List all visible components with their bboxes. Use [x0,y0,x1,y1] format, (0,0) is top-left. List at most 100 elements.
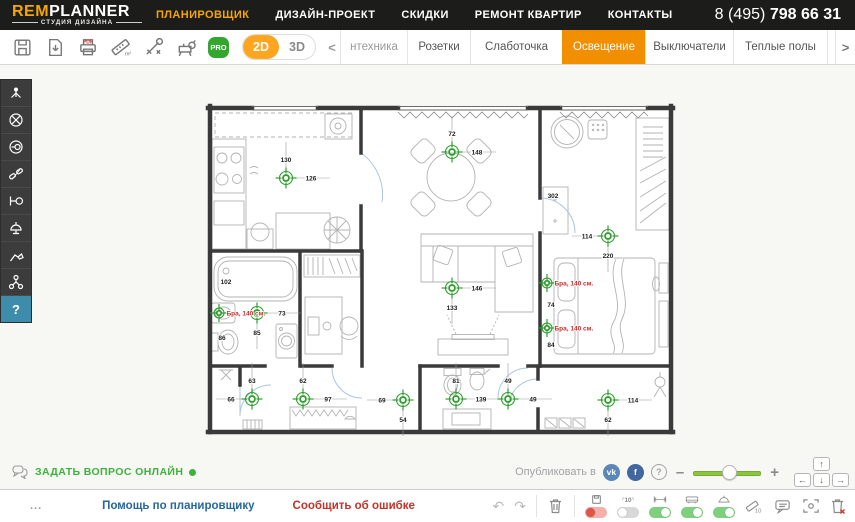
dimension-label: 84 [547,342,555,349]
svg-text:66: 66 [227,396,235,403]
more-menu[interactable]: ... [30,500,42,512]
delete-button[interactable] [547,497,564,515]
print-pdf-icon: PDF [77,36,99,58]
print-pdf-button[interactable]: PDF [76,35,100,59]
pro-badge[interactable]: PRO [208,37,229,58]
dimensions-icon [653,494,667,505]
nav-planner[interactable]: ПЛАНИРОВЩИК [156,9,249,21]
nav-design-project[interactable]: ДИЗАЙН-ПРОЕКТ [275,9,375,21]
pan-up-button[interactable]: ↑ [813,457,830,471]
nav-contacts[interactable]: КОНТАКТЫ [608,9,673,21]
tool-chandelier[interactable] [1,215,31,242]
tool-point-light[interactable] [1,80,31,107]
svg-text:139: 139 [476,396,487,403]
tool-spotlight[interactable] [1,134,31,161]
svg-text:62: 62 [604,417,612,424]
svg-text:146: 146 [472,285,483,292]
point-light-icon [7,84,25,102]
ceiling-lamp-icon [717,494,731,505]
remplanner-logo[interactable]: REMPLANNER СТУДИЯ ДИЗАЙНА [12,4,142,26]
ask-question-online[interactable]: ЗАДАТЬ ВОПРОС ОНЛАЙН [12,465,196,479]
focus-icon [802,497,820,515]
no-light-icon [7,111,25,129]
tabs-scroll-right[interactable]: > [835,30,855,64]
nav-discounts[interactable]: СКИДКИ [401,9,448,21]
top-header: REMPLANNER СТУДИЯ ДИЗАЙНА ПЛАНИРОВЩИК ДИ… [0,0,855,30]
save-button[interactable] [10,35,34,59]
zoom-slider-knob[interactable] [722,465,737,480]
pan-controls: ↑ ← ↓ → [794,457,849,487]
center-view-button[interactable] [802,497,820,515]
zoom-out-button[interactable]: – [674,464,686,481]
snap-10-icon: 10 [621,494,635,505]
nav-renovation[interactable]: РЕМОНТ КВАРТИР [475,9,582,21]
autosave-toggle[interactable] [585,494,607,518]
measure-button[interactable]: m² [109,35,133,59]
tool-wall-lamp[interactable] [1,188,31,215]
remplanner-app: { "header":{ "logo_rem":"REM","logo_plan… [0,0,855,520]
ruler-10-icon: 10 [745,497,764,515]
tab-lighting[interactable]: Освещение [562,30,645,64]
svg-text:130: 130 [281,157,292,164]
editor-toolbar: PDF m² PRO 2D 3D < нтехника Розетки Слаб… [0,30,855,65]
pan-right-button[interactable]: → [832,473,849,487]
svg-text:m²: m² [125,51,132,57]
tool-track-light[interactable] [1,161,31,188]
lighting-toggle[interactable] [713,494,735,518]
tab-heated-floors[interactable]: Теплые полы [733,30,828,64]
view-mode-toggle[interactable]: 2D 3D [242,34,316,60]
logo-subtitle: СТУДИЯ ДИЗАЙНА [12,19,142,26]
ruler-icon: m² [110,36,132,58]
tab-low-current[interactable]: Слаботочка [470,30,562,64]
tab-sockets[interactable]: Розетки [407,30,470,64]
planner-help-link[interactable]: Помощь по планировщику [102,500,254,512]
ask-question-label: ЗАДАТЬ ВОПРОС ОНЛАЙН [35,466,183,478]
clear-plan-button[interactable] [830,497,847,515]
autosave-icon [591,494,602,505]
svg-text:73: 73 [278,310,286,317]
tool-flex-lamp[interactable] [1,242,31,269]
view-3d-button[interactable]: 3D [279,35,315,59]
tab-switches[interactable]: Выключатели [645,30,733,64]
light-circuit-icon [7,273,25,291]
tool-no-light[interactable] [1,107,31,134]
pan-down-button[interactable]: ↓ [813,473,830,487]
zoom-slider[interactable] [693,465,761,479]
snap-10-toggle[interactable]: 10 [617,494,639,518]
dimensions-toggle[interactable] [649,494,671,518]
logo-planner: PLANNER [49,3,130,20]
help-button[interactable]: ? [1,296,31,322]
dimension-label: 86 [218,335,226,342]
undo-button[interactable]: ↶ [493,498,505,515]
tool-light-circuit[interactable] [1,269,31,296]
svg-text:114: 114 [628,397,639,404]
tabs-scroll-left[interactable]: < [324,30,340,64]
facebook-share-button[interactable]: f [627,464,644,481]
demolition-button[interactable] [175,35,199,59]
comments-button[interactable] [774,498,792,515]
furniture-toggle[interactable] [681,494,703,518]
zoom-in-button[interactable]: + [768,464,781,481]
plan-canvas[interactable]: 1301267214814613373851142206366629769548… [0,65,855,489]
bottom-toolbar: ... Помощь по планировщику Сообщить об о… [0,489,855,522]
vk-share-button[interactable]: vk [603,464,620,481]
dimension-label: 302 [548,193,559,200]
view-2d-button[interactable]: 2D [243,35,279,59]
export-button[interactable] [43,35,67,59]
report-error-link[interactable]: Сообщить об ошибке [293,500,415,512]
repair-tools-icon [143,36,165,58]
tab-plumbing[interactable]: нтехника [340,30,407,64]
phone-number: 8 (495) 798 66 31 [715,6,841,24]
measure-10-button[interactable]: 10 [745,497,764,515]
svg-text:97: 97 [324,396,332,403]
pan-left-button[interactable]: ← [794,473,811,487]
publish-help-button[interactable]: ? [651,464,667,480]
tools-button[interactable] [142,35,166,59]
svg-text:49: 49 [504,378,512,385]
chandelier-icon [7,219,25,237]
floor-plan[interactable]: 1301267214814613373851142206366629769548… [0,65,855,489]
svg-text:Бра, 140 см.: Бра, 140 см. [555,281,594,288]
logo-rem: REM [12,3,49,20]
redo-button[interactable]: ↷ [514,498,526,515]
work-table-icon [176,36,198,58]
